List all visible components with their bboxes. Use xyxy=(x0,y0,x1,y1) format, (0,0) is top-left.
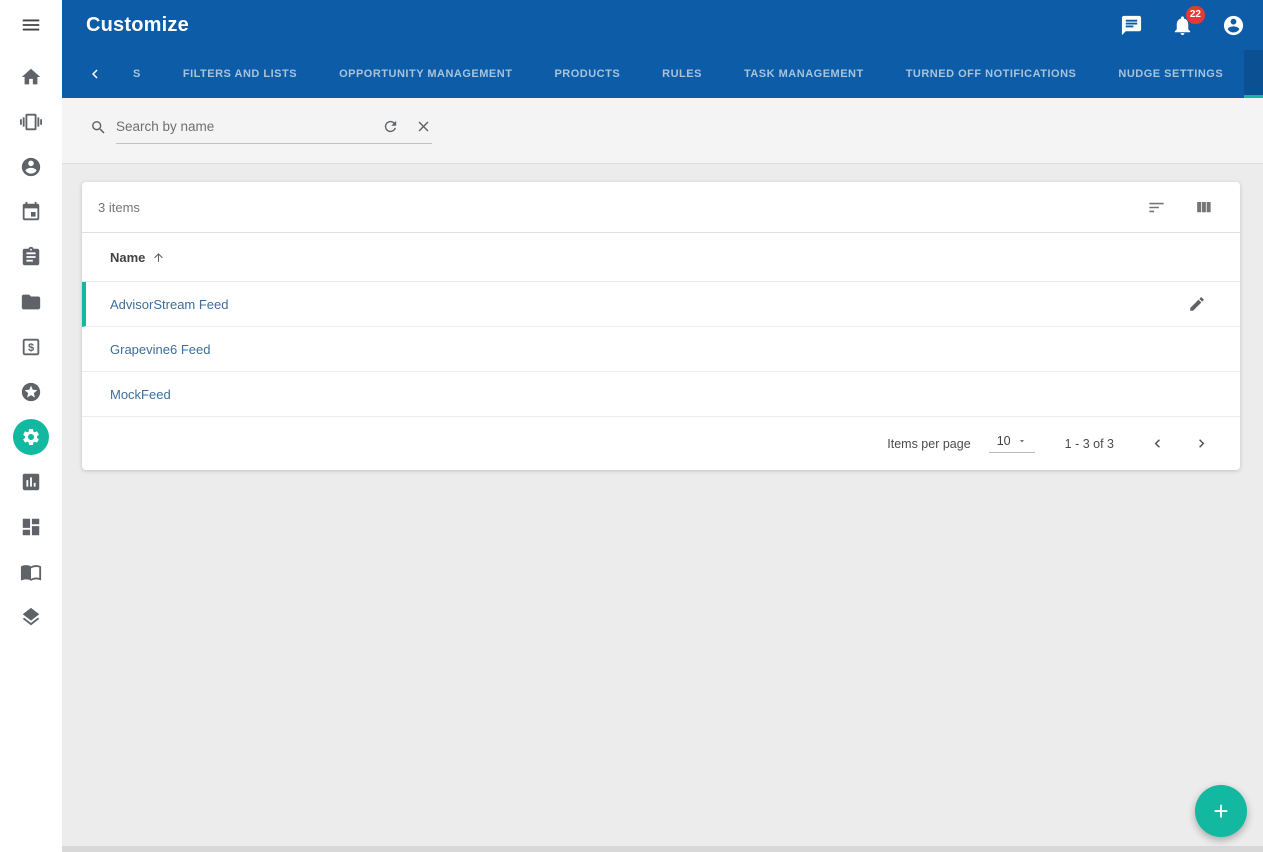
refresh-icon[interactable] xyxy=(382,118,399,135)
star-circle-icon[interactable] xyxy=(0,369,62,414)
table-toolbar: 3 items xyxy=(82,182,1240,233)
column-header-name[interactable]: Name xyxy=(82,233,1240,282)
search-icon xyxy=(90,119,107,144)
folder-icon[interactable] xyxy=(0,279,62,324)
items-count: 3 items xyxy=(98,200,1147,215)
horizontal-scrollbar[interactable] xyxy=(62,846,1263,852)
sort-icon[interactable] xyxy=(1147,198,1166,217)
notification-badge: 22 xyxy=(1186,6,1205,24)
table-row[interactable]: Grapevine6 Feed xyxy=(82,327,1240,372)
dashboard-icon[interactable] xyxy=(0,504,62,549)
person-icon[interactable] xyxy=(0,144,62,189)
vibration-icon[interactable] xyxy=(0,99,62,144)
table-row[interactable]: AdvisorStream Feed xyxy=(82,282,1240,327)
header-actions: 22 xyxy=(1120,14,1245,37)
edit-icon[interactable] xyxy=(1188,295,1206,313)
search-input[interactable] xyxy=(116,119,366,134)
clipboard-icon[interactable] xyxy=(0,234,62,279)
table-tools xyxy=(1147,198,1213,217)
account-circle-icon[interactable] xyxy=(1222,14,1245,37)
feeds-table-card: 3 items Name AdvisorStream Feed xyxy=(82,182,1240,470)
tab-opportunity-management[interactable]: OPPORTUNITY MANAGEMENT xyxy=(318,50,533,98)
bar-chart-icon[interactable] xyxy=(0,459,62,504)
table-row[interactable]: MockFeed xyxy=(82,372,1240,417)
page-range-label: 1 - 3 of 3 xyxy=(1065,437,1114,451)
main-area: Customize 22 S FILTERS AND LISTS OPPORTU… xyxy=(62,0,1263,852)
settings-gear-icon[interactable] xyxy=(0,414,62,459)
plus-icon: + xyxy=(1213,796,1228,827)
feed-link[interactable]: AdvisorStream Feed xyxy=(110,297,229,312)
dollar-icon[interactable]: $ xyxy=(0,324,62,369)
calendar-icon[interactable] xyxy=(0,189,62,234)
svg-text:$: $ xyxy=(28,342,34,354)
search-input-wrap xyxy=(116,118,432,144)
next-page-icon[interactable] xyxy=(1184,427,1218,461)
notifications-bell-icon[interactable]: 22 xyxy=(1171,14,1194,37)
menu-icon[interactable] xyxy=(0,0,62,50)
search-field xyxy=(90,118,432,144)
app-header: Customize 22 xyxy=(62,0,1263,50)
tabs-scroll-left-icon[interactable] xyxy=(72,50,112,98)
tab-products[interactable]: PRODUCTS xyxy=(533,50,641,98)
view-columns-icon[interactable] xyxy=(1194,198,1213,217)
tab-filters-and-lists[interactable]: FILTERS AND LISTS xyxy=(162,50,318,98)
page-size-select[interactable]: 10 xyxy=(989,434,1035,453)
dropdown-arrow-icon xyxy=(1017,436,1027,446)
page-title: Customize xyxy=(86,14,1120,37)
tab-nudge-settings[interactable]: NUDGE SETTINGS xyxy=(1097,50,1244,98)
tab-bar: S FILTERS AND LISTS OPPORTUNITY MANAGEME… xyxy=(62,50,1263,98)
add-button[interactable]: + xyxy=(1195,785,1247,837)
layers-icon[interactable] xyxy=(0,594,62,639)
sort-ascending-icon xyxy=(152,251,165,264)
chat-icon[interactable] xyxy=(1120,14,1143,37)
feed-link[interactable]: MockFeed xyxy=(110,387,171,402)
tab-truncated[interactable]: S xyxy=(112,50,162,98)
home-icon[interactable] xyxy=(0,54,62,99)
paginator: Items per page 10 1 - 3 of 3 xyxy=(82,417,1240,470)
previous-page-icon[interactable] xyxy=(1140,427,1174,461)
tab-inform-settings[interactable]: INFORM SETTINGS xyxy=(1244,50,1263,98)
clear-search-icon[interactable] xyxy=(415,118,432,135)
active-item-highlight xyxy=(13,419,49,455)
book-icon[interactable] xyxy=(0,549,62,594)
items-per-page-label: Items per page xyxy=(887,437,970,451)
feed-link[interactable]: Grapevine6 Feed xyxy=(110,342,210,357)
tab-turned-off-notifications[interactable]: TURNED OFF NOTIFICATIONS xyxy=(885,50,1098,98)
sidebar: $ xyxy=(0,0,62,852)
tab-task-management[interactable]: TASK MANAGEMENT xyxy=(723,50,885,98)
tab-rules[interactable]: RULES xyxy=(641,50,723,98)
search-toolbar xyxy=(62,98,1263,164)
